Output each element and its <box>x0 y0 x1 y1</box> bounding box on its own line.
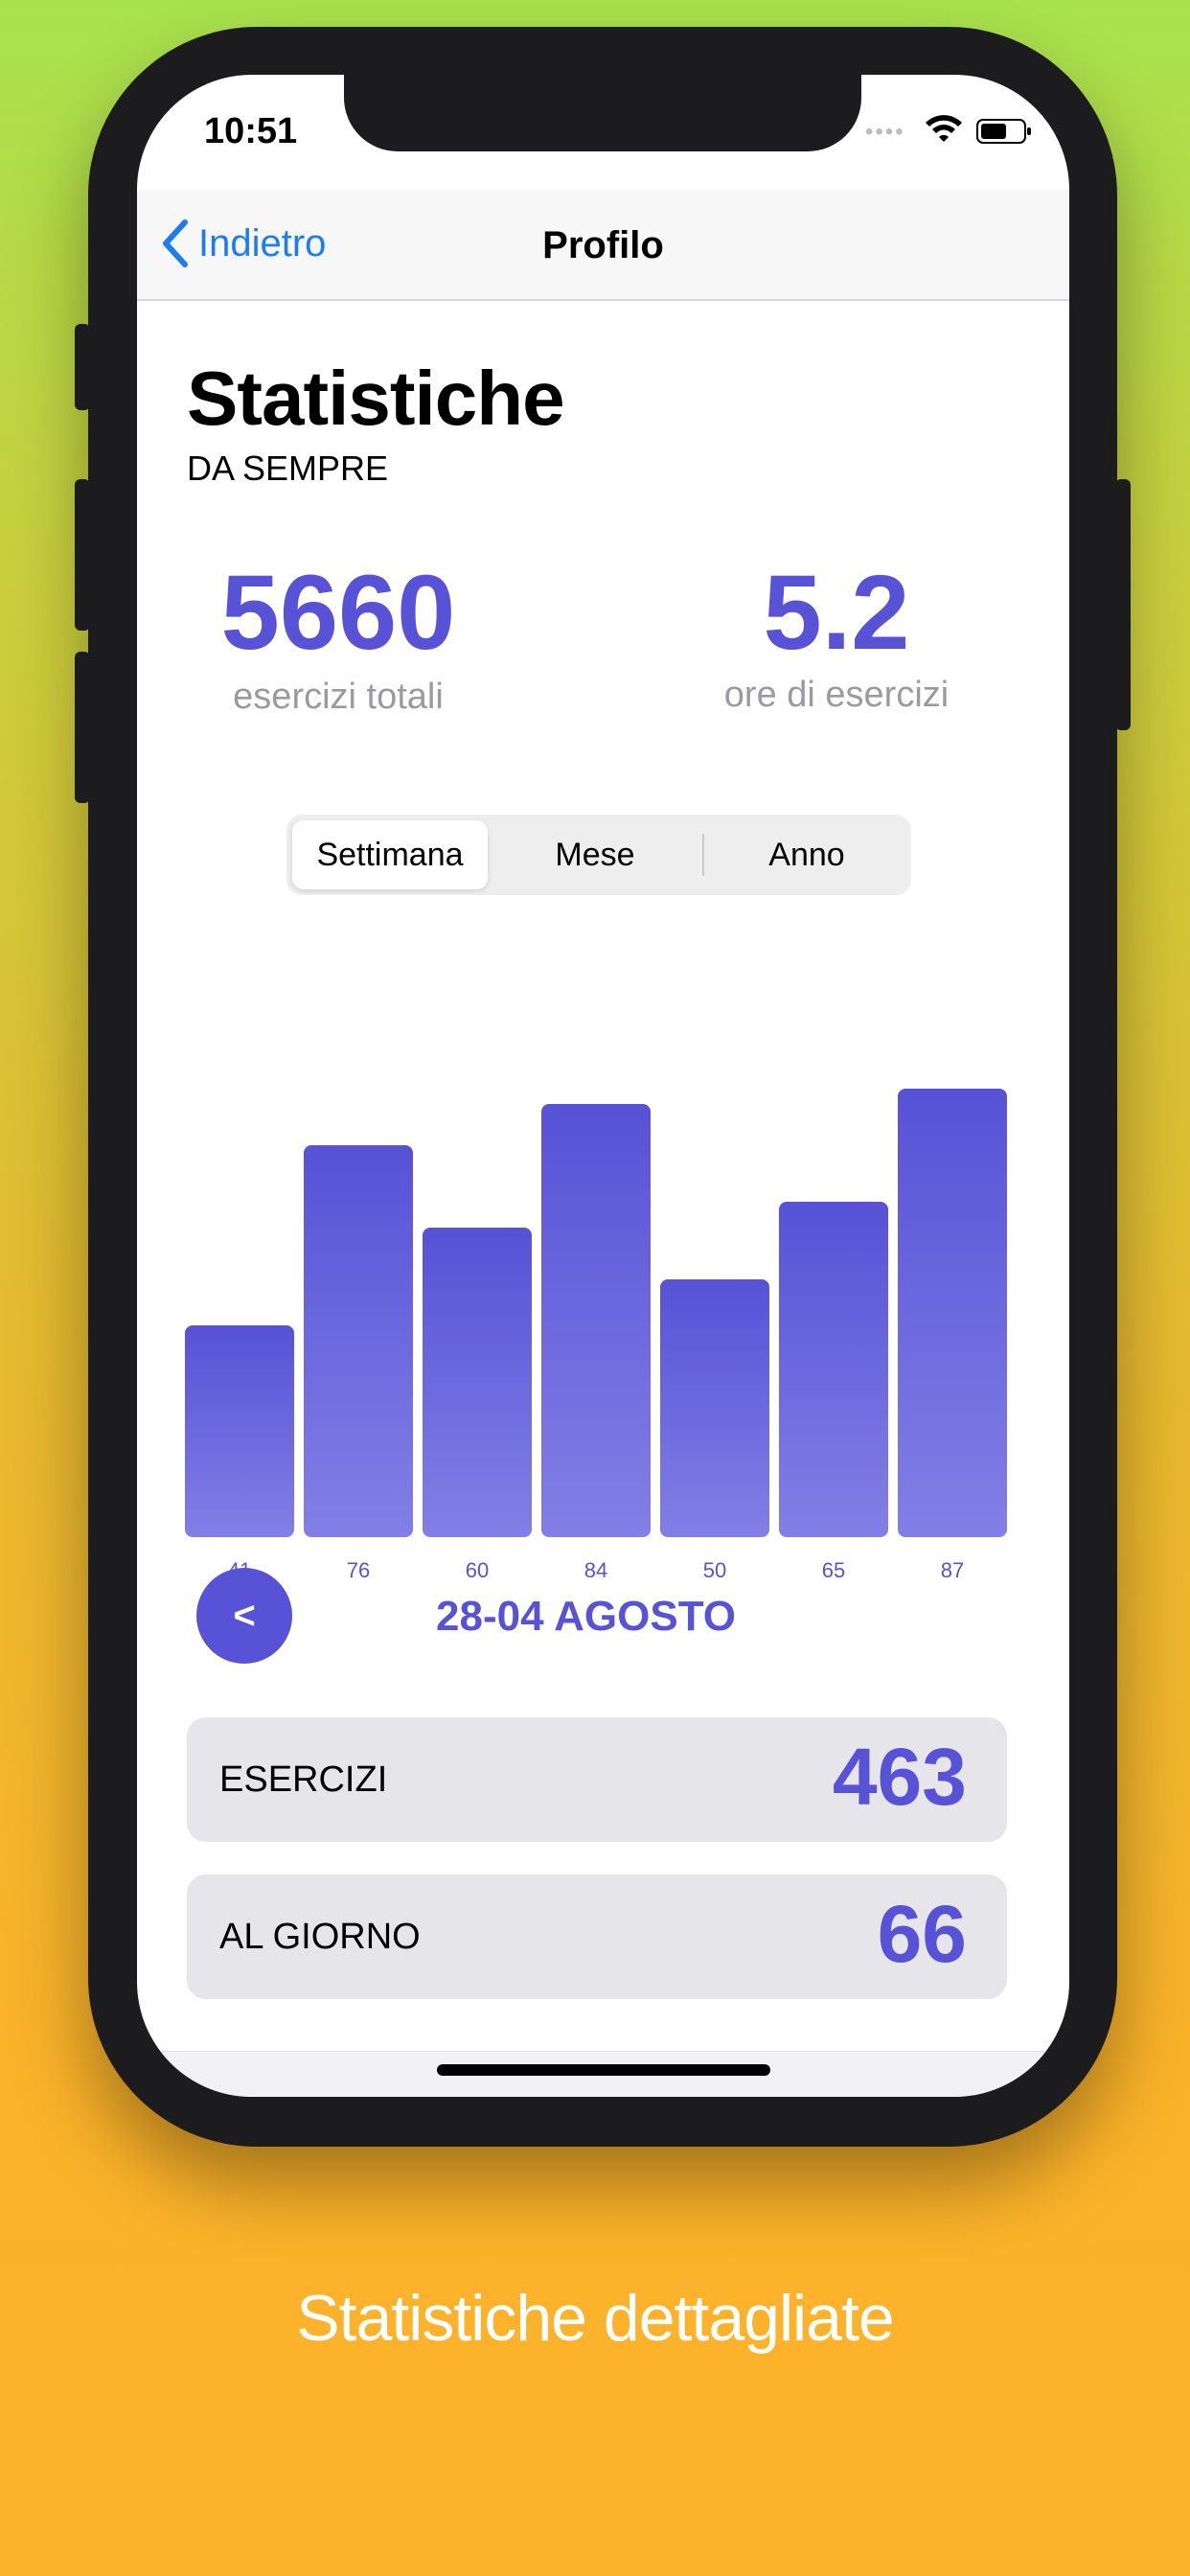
chart-bar-label: 60 <box>465 1558 490 1582</box>
week-range-label: 28-04 AGOSTO <box>436 1593 737 1640</box>
chart-bar-label: 50 <box>702 1558 727 1582</box>
weekly-bar-chart: 41766084506587 <box>185 1014 1009 1598</box>
chart-bar <box>304 1145 413 1537</box>
volume-up-button <box>75 479 90 631</box>
chart-bar <box>423 1228 532 1537</box>
chart-bar <box>541 1104 651 1537</box>
chart-bar-label: 87 <box>940 1558 965 1582</box>
per-day-value: 66 <box>877 1889 967 1979</box>
chart-bar <box>185 1325 294 1537</box>
total-exercises-value: 5660 <box>220 554 456 672</box>
silent-switch <box>75 324 90 410</box>
volume-down-button <box>75 652 90 803</box>
navigation-bar: Indietro Profilo <box>137 190 1069 301</box>
hours-value: 5.2 <box>763 554 910 672</box>
stats-title: Statistiche <box>187 356 565 441</box>
period-segmented-control: Settimana Mese Anno <box>286 815 911 895</box>
notch <box>344 75 861 151</box>
previous-week-button[interactable]: < <box>196 1568 292 1664</box>
segment-mese[interactable]: Mese <box>499 820 691 889</box>
stats-subtitle: DA SEMPRE <box>187 448 389 488</box>
exercises-label: ESERCIZI <box>219 1760 388 1800</box>
page-title: Profilo <box>542 224 664 266</box>
chart-bar-label: 84 <box>584 1558 608 1582</box>
battery-icon <box>976 119 1031 144</box>
wifi-icon <box>926 115 962 142</box>
screen: 10:51 •••• Indietro Profilo Statistiche … <box>137 75 1069 2097</box>
chart-bar-label: 76 <box>346 1558 371 1582</box>
chart-bar <box>779 1202 888 1537</box>
hours-label: ore di esercizi <box>723 675 950 715</box>
per-day-label: AL GIORNO <box>219 1917 421 1957</box>
chart-bar <box>898 1089 1007 1537</box>
chart-bar-label: 65 <box>821 1558 846 1582</box>
segment-divider <box>702 834 704 876</box>
power-button <box>1115 479 1131 730</box>
signal-icon: •••• <box>865 119 905 145</box>
total-exercises-label: esercizi totali <box>233 677 444 717</box>
exercises-card: ESERCIZI 463 <box>187 1717 1007 1842</box>
chart-bar <box>660 1279 769 1537</box>
exercises-value: 463 <box>832 1732 967 1822</box>
segment-anno[interactable]: Anno <box>708 820 905 889</box>
segment-settimana[interactable]: Settimana <box>292 820 488 889</box>
per-day-card: AL GIORNO 66 <box>187 1874 1007 1999</box>
status-time: 10:51 <box>204 111 298 151</box>
caption: Statistiche dettagliate <box>296 2282 894 2355</box>
home-indicator <box>437 2064 770 2076</box>
